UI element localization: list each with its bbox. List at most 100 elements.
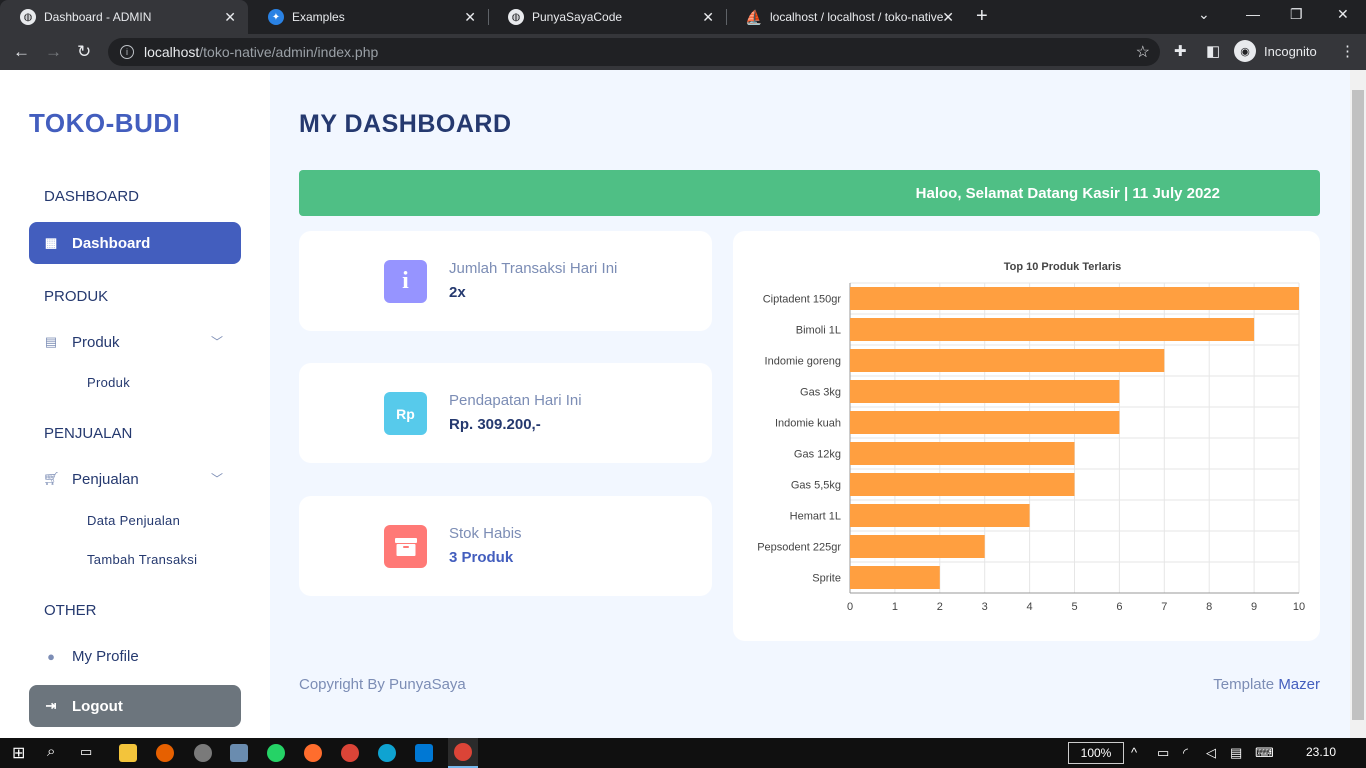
site-info-icon[interactable]: i	[120, 45, 134, 59]
x-tick-label: 5	[1071, 601, 1077, 613]
submenu-item-produk[interactable]: Produk	[87, 375, 130, 390]
browser-toolbar: ← → ↻ i localhost/toko-native/admin/inde…	[0, 34, 1366, 70]
bookmark-star-icon[interactable]: ☆	[1136, 42, 1150, 62]
back-icon[interactable]: ←	[13, 42, 30, 62]
footer-template-credit: Template Mazer	[1213, 676, 1320, 693]
browser-tab-bar: ◍ Dashboard - ADMIN ✕ ✦ Examples ✕ ◍ Pun…	[0, 0, 1366, 34]
clock: 23.10	[1306, 745, 1337, 759]
brand-logo[interactable]: TOKO-BUDI	[29, 108, 180, 139]
close-icon[interactable]: ✕	[702, 9, 714, 26]
chart-bar	[850, 473, 1075, 496]
logout-button[interactable]: ⇥ Logout	[29, 685, 241, 727]
notification-icon[interactable]: ▤	[1230, 745, 1242, 761]
stat-label: Jumlah Transaksi Hari Ini	[449, 260, 618, 277]
chart-bar	[850, 411, 1120, 434]
minimize-icon[interactable]: —	[1246, 6, 1260, 22]
tab-title: Examples	[292, 10, 345, 24]
task-view-icon[interactable]: ▭	[80, 744, 92, 760]
y-tick-label: Gas 3kg	[800, 387, 841, 399]
sidebar-item-my-profile[interactable]: ● My Profile	[29, 635, 241, 677]
stat-value: 2x	[449, 284, 466, 301]
keyboard-icon[interactable]: ⌨	[1255, 745, 1274, 761]
address-bar[interactable]: i localhost/toko-native/admin/index.php …	[108, 38, 1160, 66]
top-products-chart: Top 10 Produk Terlaris Ciptadent 150gr Bim…	[757, 261, 1305, 613]
chart-bar	[850, 287, 1299, 310]
close-icon[interactable]: ✕	[224, 9, 236, 26]
edge-icon[interactable]	[378, 744, 396, 762]
page-title: MY DASHBOARD	[299, 110, 512, 138]
chart-bar	[850, 349, 1165, 372]
browser-menu-icon[interactable]: ⋮	[1340, 42, 1355, 60]
info-icon: i	[384, 260, 427, 303]
restore-icon[interactable]: ❐	[1290, 6, 1303, 23]
close-icon[interactable]: ✕	[942, 9, 954, 26]
chrome-icon[interactable]	[341, 744, 359, 762]
submenu-item-tambah-transaksi[interactable]: Tambah Transaksi	[87, 552, 197, 567]
x-tick-label: 4	[1027, 601, 1033, 613]
forward-icon[interactable]: →	[45, 42, 62, 62]
stat-value: Rp. 309.200,-	[449, 416, 541, 433]
side-panel-icon[interactable]: ◧	[1206, 42, 1220, 60]
box-icon	[384, 525, 427, 568]
whatsapp-icon[interactable]	[267, 744, 285, 762]
windows-start-icon[interactable]: ⊞	[12, 743, 25, 763]
tab-examples[interactable]: ✦ Examples ✕	[248, 0, 488, 34]
search-icon[interactable]: ⌕	[47, 743, 55, 760]
chevron-down-icon: ﹀	[210, 472, 223, 486]
stat-value[interactable]: 3 Produk	[449, 549, 513, 566]
chrome-icon	[454, 743, 472, 761]
sidebar-item-dashboard[interactable]: ▦ Dashboard	[29, 222, 241, 264]
x-tick-label: 9	[1251, 601, 1257, 613]
y-tick-label: Gas 5,5kg	[791, 480, 841, 492]
firefox-icon[interactable]	[156, 744, 174, 762]
tab-punyasayacode[interactable]: ◍ PunyaSayaCode ✕	[488, 0, 726, 34]
tab-title: Dashboard - ADMIN	[44, 10, 152, 24]
photos-icon[interactable]	[230, 744, 248, 762]
phpmyadmin-icon: ⛵	[745, 8, 763, 25]
x-tick-label: 0	[847, 601, 853, 613]
postman-icon[interactable]	[304, 744, 322, 762]
chart-bar	[850, 566, 940, 589]
extensions-icon[interactable]: ✚	[1174, 42, 1187, 60]
vscode-icon[interactable]	[415, 744, 433, 762]
logout-icon: ⇥	[45, 698, 57, 713]
footer-copyright: Copyright By PunyaSaya	[299, 676, 466, 693]
sidebar-item-label: My Profile	[72, 647, 139, 665]
y-tick-label: Sprite	[812, 573, 841, 585]
close-icon[interactable]: ✕	[464, 9, 476, 26]
stat-card-pendapatan: Rp Pendapatan Hari Ini Rp. 309.200,-	[299, 363, 712, 463]
chevron-up-icon[interactable]: ^	[1131, 745, 1137, 760]
chart-bar	[850, 318, 1255, 341]
page-scrollbar[interactable]	[1350, 70, 1366, 738]
new-tab-button[interactable]: +	[976, 5, 988, 28]
incognito-indicator[interactable]: ◉ Incognito	[1234, 40, 1317, 62]
sidebar-item-produk[interactable]: ▤ Produk ﹀	[29, 321, 241, 363]
scrollbar-thumb[interactable]	[1352, 90, 1364, 720]
window-close-icon[interactable]: ✕	[1337, 6, 1349, 23]
stat-label: Pendapatan Hari Ini	[449, 392, 582, 409]
y-tick-label: Indomie goreng	[765, 356, 841, 368]
sidebar-item-penjualan[interactable]: 🛒︎ Penjualan ﹀	[29, 458, 241, 500]
file-explorer-icon[interactable]	[119, 744, 137, 762]
chart-bar	[850, 504, 1030, 527]
rupiah-icon: Rp	[384, 392, 427, 435]
section-title-dashboard: DASHBOARD	[44, 188, 140, 205]
grid-icon: ▦	[44, 235, 58, 250]
x-tick-label: 8	[1206, 601, 1212, 613]
chart-title: Top 10 Produk Terlaris	[1004, 261, 1122, 273]
section-title-penjualan: PENJUALAN	[44, 425, 133, 442]
reload-icon[interactable]: ↻	[77, 42, 91, 62]
battery-icon[interactable]: ▭	[1157, 745, 1169, 761]
tab-phpmyadmin[interactable]: ⛵ localhost / localhost / toko-native ✕	[726, 0, 966, 34]
zoom-level[interactable]: 100%	[1068, 742, 1124, 764]
volume-icon[interactable]: ◁	[1206, 745, 1216, 761]
y-tick-label: Indomie kuah	[775, 418, 841, 430]
chrome-active-task[interactable]	[448, 738, 478, 768]
footer-mazer-link[interactable]: Mazer	[1278, 676, 1320, 693]
tab-dashboard-admin[interactable]: ◍ Dashboard - ADMIN ✕	[0, 0, 248, 34]
section-title-produk: PRODUK	[44, 288, 109, 305]
app-icon[interactable]	[194, 744, 212, 762]
tab-search-icon[interactable]: ⌄	[1198, 6, 1210, 23]
submenu-item-data-penjualan[interactable]: Data Penjualan	[87, 513, 180, 528]
wifi-icon[interactable]: ◜	[1183, 745, 1188, 761]
